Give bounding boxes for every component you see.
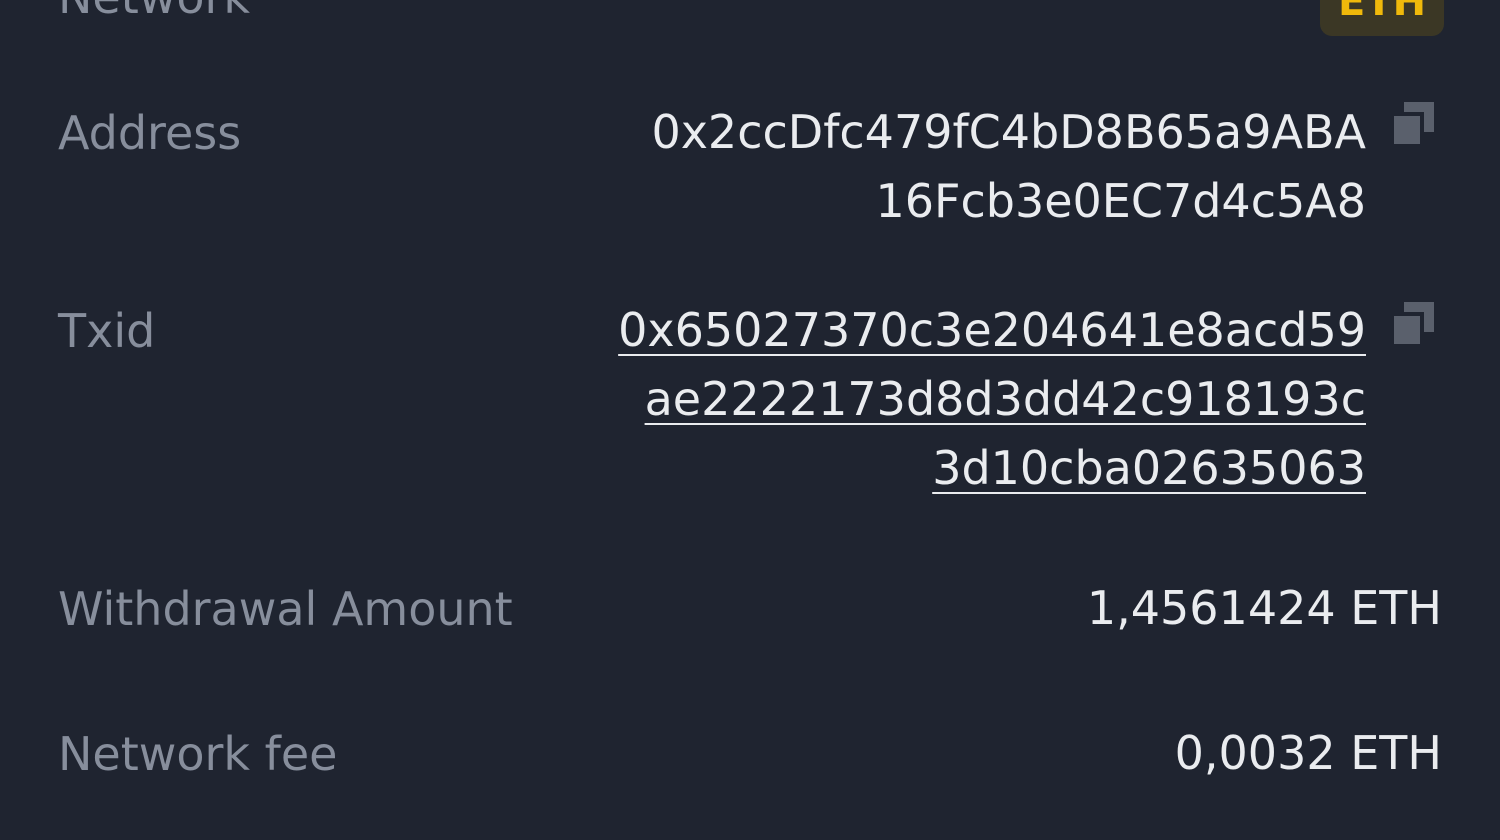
address-line: 16Fcb3e0EC7d4c5A8: [875, 174, 1366, 228]
network-fee-label: Network fee: [58, 727, 338, 781]
address-label: Address: [58, 106, 242, 160]
address-line: 0x2ccDfc479fC4bD8B65a9ABA: [651, 105, 1366, 159]
txid-link[interactable]: 0x65027370c3e204641e8acd59 ae2222173d8d3…: [618, 296, 1366, 503]
network-fee-value: 0,0032 ETH: [1174, 726, 1442, 780]
copy-icon[interactable]: [1392, 302, 1436, 348]
withdrawal-details: Network ETH Address 0x2ccDfc479fC4bD8B65…: [0, 0, 1500, 840]
copy-icon[interactable]: [1392, 102, 1436, 148]
txid-line[interactable]: 3d10cba02635063: [618, 434, 1366, 503]
txid-label: Txid: [58, 304, 156, 358]
address-value: 0x2ccDfc479fC4bD8B65a9ABA 16Fcb3e0EC7d4c…: [651, 98, 1366, 236]
txid-line[interactable]: ae2222173d8d3dd42c918193c: [618, 365, 1366, 434]
withdrawal-amount-label: Withdrawal Amount: [58, 582, 513, 636]
network-label: Network: [58, 0, 250, 20]
network-badge: ETH: [1320, 0, 1444, 36]
txid-line[interactable]: 0x65027370c3e204641e8acd59: [618, 296, 1366, 365]
withdrawal-amount-value: 1,4561424 ETH: [1086, 581, 1442, 635]
